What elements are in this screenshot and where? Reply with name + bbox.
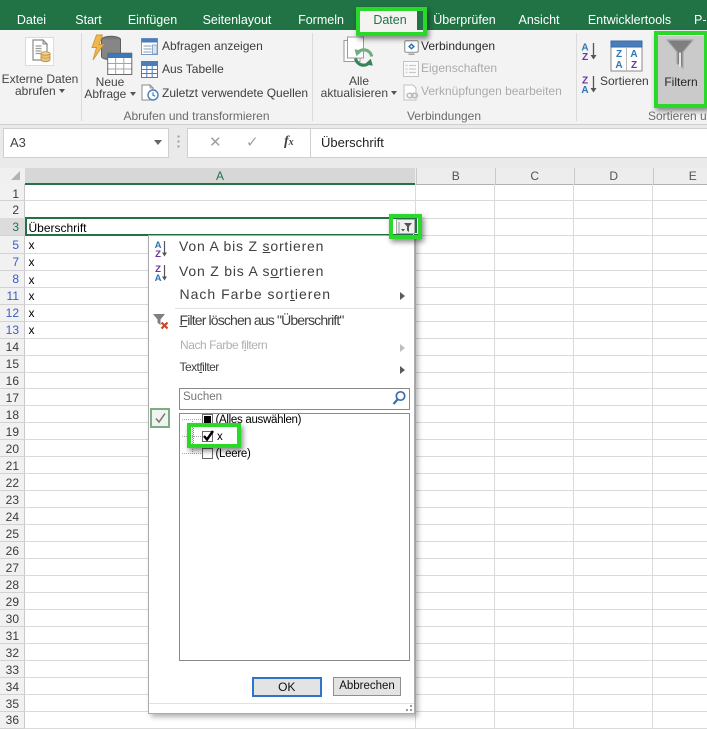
svg-text:Z: Z: [616, 49, 622, 60]
svg-text:A: A: [615, 60, 622, 71]
svg-text:A: A: [581, 85, 588, 94]
svg-text:Z: Z: [631, 60, 637, 71]
svg-text:Z: Z: [582, 52, 588, 61]
svg-text:A: A: [630, 49, 637, 60]
svg-text:A: A: [154, 273, 161, 281]
svg-text:Z: Z: [155, 249, 161, 257]
